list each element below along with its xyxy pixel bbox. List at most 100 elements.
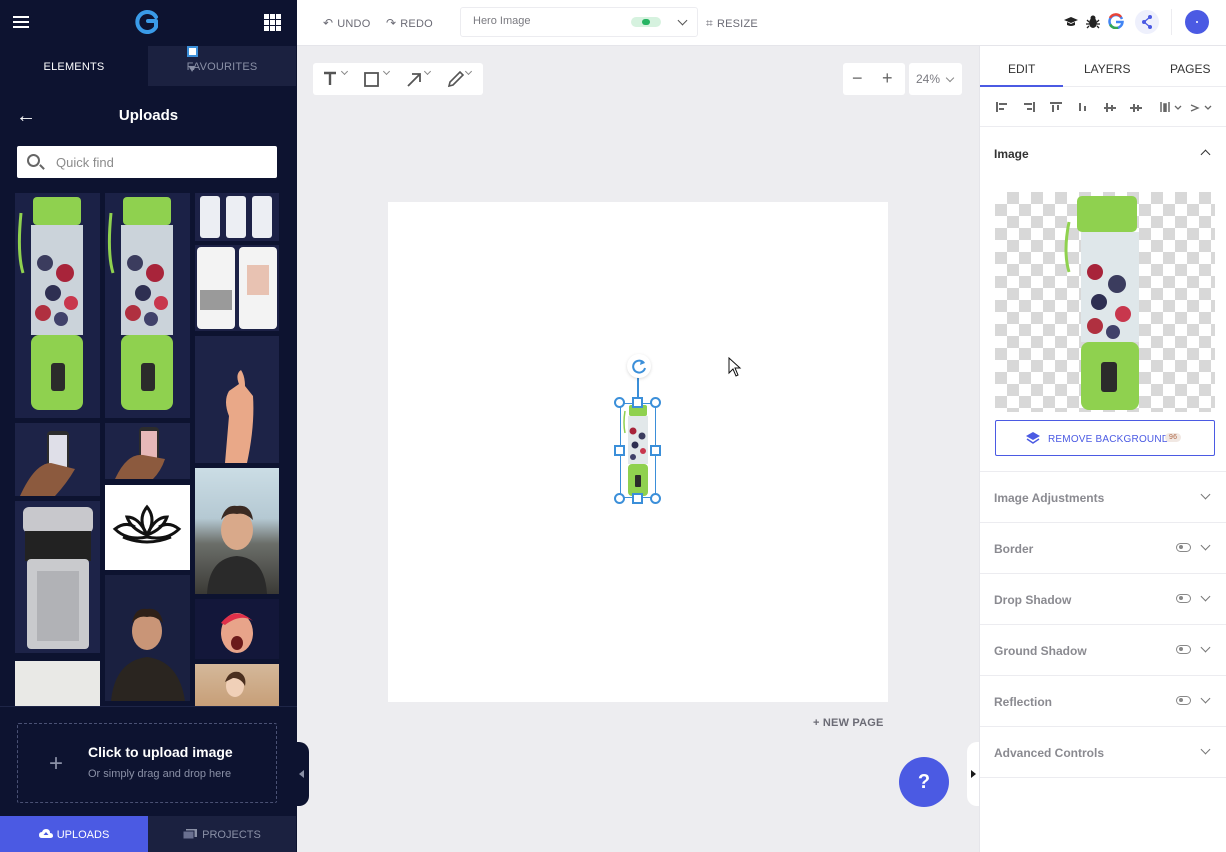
upload-thumb-blender[interactable]: [15, 193, 100, 418]
upload-thumb-juicer[interactable]: [15, 501, 100, 653]
ground-shadow-section[interactable]: Ground Shadow: [980, 625, 1226, 676]
bug-icon[interactable]: [1086, 14, 1100, 29]
uploads-header: ← Uploads: [0, 86, 297, 146]
drop-shadow-section[interactable]: Drop Shadow: [980, 574, 1226, 625]
pen-tool-icon[interactable]: [447, 70, 465, 88]
panel-title: Uploads: [118, 107, 179, 124]
drop-shadow-toggle[interactable]: [1176, 594, 1191, 603]
redo-button[interactable]: ↷ REDO: [386, 16, 433, 30]
upload-thumb-man-portrait[interactable]: [195, 468, 279, 594]
drawing-tools: [313, 63, 483, 95]
chevron-down-icon[interactable]: [464, 67, 473, 76]
upload-thumb-mobile-screens[interactable]: [195, 245, 279, 331]
zoom-level-select[interactable]: 24%: [909, 63, 962, 95]
align-right-icon[interactable]: [1023, 102, 1035, 112]
google-icon[interactable]: [1108, 13, 1124, 29]
upload-thumb-thumbs-up[interactable]: [195, 336, 279, 463]
chevron-down-icon[interactable]: [1200, 693, 1211, 704]
reflection-toggle[interactable]: [1176, 696, 1191, 705]
graduation-cap-icon[interactable]: [1064, 15, 1078, 29]
chevron-up-icon[interactable]: [1200, 149, 1211, 160]
resize-button[interactable]: ⌗ RESIZE: [706, 16, 758, 31]
undo-button[interactable]: ↶ UNDO: [323, 16, 370, 30]
tab-favourites-label: FAVOURITES: [186, 61, 258, 73]
upload-thumb-excited-person[interactable]: [195, 599, 279, 659]
chevron-down-icon[interactable]: [423, 67, 432, 76]
remove-background-button[interactable]: REMOVE BACKGROUND 96: [995, 420, 1215, 456]
zoom-in-button[interactable]: +: [882, 68, 893, 89]
quick-find-search[interactable]: [17, 146, 277, 178]
chevron-down-icon[interactable]: [1200, 744, 1211, 755]
resize-handle-bottom-right[interactable]: [650, 493, 661, 504]
tab-pages[interactable]: PAGES: [1170, 62, 1210, 76]
collapse-sidebar-handle[interactable]: [297, 742, 309, 806]
cloud-upload-icon: [38, 829, 53, 838]
upload-thumb-wall[interactable]: [15, 661, 100, 706]
share-button[interactable]: [1135, 10, 1159, 34]
reflection-section[interactable]: Reflection: [980, 676, 1226, 727]
blender-image: [107, 197, 173, 410]
advanced-controls-section[interactable]: Advanced Controls: [980, 727, 1226, 778]
upload-subtitle: Or simply drag and drop here: [88, 768, 232, 780]
resize-handle-bottom-left[interactable]: [614, 493, 625, 504]
resize-handle-bottom[interactable]: [632, 493, 643, 504]
distribute-icon[interactable]: [1160, 102, 1186, 112]
help-button[interactable]: ?: [899, 757, 949, 807]
resize-handle-top[interactable]: [632, 397, 643, 408]
upload-thumb-phone-in-hand[interactable]: [105, 423, 190, 479]
chevron-down-icon[interactable]: [1200, 591, 1211, 602]
align-center-icon[interactable]: [1130, 102, 1142, 112]
upload-thumb-blender[interactable]: [105, 193, 190, 418]
chevron-down-icon[interactable]: [677, 15, 688, 26]
app-logo[interactable]: [135, 10, 159, 34]
user-avatar[interactable]: [1185, 10, 1209, 34]
rotate-icon: [632, 359, 646, 374]
chevron-down-icon[interactable]: [1200, 540, 1211, 551]
upload-thumb-man-jacket[interactable]: [105, 575, 190, 701]
tab-favourites[interactable]: ♥ FAVOURITES: [148, 46, 296, 86]
resize-handle-left[interactable]: [614, 445, 625, 456]
upload-dropzone[interactable]: + Click to upload image Or simply drag a…: [17, 723, 277, 803]
text-tool-icon[interactable]: [323, 70, 337, 88]
flip-icon[interactable]: [1190, 102, 1216, 112]
upload-thumb-girl[interactable]: [195, 664, 279, 706]
tab-elements[interactable]: ELEMENTS: [0, 46, 148, 86]
new-page-button[interactable]: + NEW PAGE: [813, 717, 884, 729]
ground-shadow-toggle[interactable]: [1176, 645, 1191, 654]
tab-uploads[interactable]: UPLOADS: [0, 816, 148, 852]
align-middle-icon[interactable]: [1104, 102, 1116, 112]
document-name-field[interactable]: [460, 7, 698, 37]
upload-thumb-phone-in-hand[interactable]: [15, 423, 100, 496]
document-name-input[interactable]: [473, 15, 623, 27]
align-top-icon[interactable]: [1050, 102, 1062, 112]
upload-thumb-mobile-screens[interactable]: [195, 193, 279, 241]
tab-layers[interactable]: LAYERS: [1084, 62, 1130, 76]
collapse-right-panel-handle[interactable]: [967, 742, 979, 806]
chevron-down-icon[interactable]: [340, 67, 349, 76]
zoom-out-button[interactable]: −: [852, 68, 863, 89]
resize-handle-top-left[interactable]: [614, 397, 625, 408]
tab-projects[interactable]: PROJECTS: [148, 816, 296, 852]
shape-tool-icon[interactable]: [364, 70, 380, 88]
rotate-handle[interactable]: [627, 354, 651, 378]
tab-edit[interactable]: EDIT: [1008, 62, 1035, 76]
image-section-title[interactable]: Image: [994, 147, 1029, 161]
crop-icon: ⌗: [706, 16, 713, 30]
upload-thumb-lotus[interactable]: [105, 485, 190, 570]
search-input[interactable]: [56, 152, 266, 172]
chevron-down-icon[interactable]: [382, 67, 391, 76]
resize-handle-top-right[interactable]: [650, 397, 661, 408]
menu-icon[interactable]: [13, 16, 29, 29]
apps-grid-icon[interactable]: [264, 14, 281, 31]
uploads-gallery: [15, 193, 281, 706]
arrow-tool-icon[interactable]: [406, 70, 422, 88]
chevron-down-icon[interactable]: [1200, 489, 1211, 500]
tab-elements-label: ELEMENTS: [43, 61, 105, 73]
resize-handle-right[interactable]: [650, 445, 661, 456]
chevron-down-icon[interactable]: [1200, 642, 1211, 653]
align-left-icon[interactable]: [996, 102, 1008, 112]
border-toggle[interactable]: [1176, 543, 1191, 552]
border-section[interactable]: Border: [980, 523, 1226, 574]
image-adjustments-section[interactable]: Image Adjustments: [980, 472, 1226, 523]
align-bottom-icon[interactable]: [1077, 102, 1089, 112]
